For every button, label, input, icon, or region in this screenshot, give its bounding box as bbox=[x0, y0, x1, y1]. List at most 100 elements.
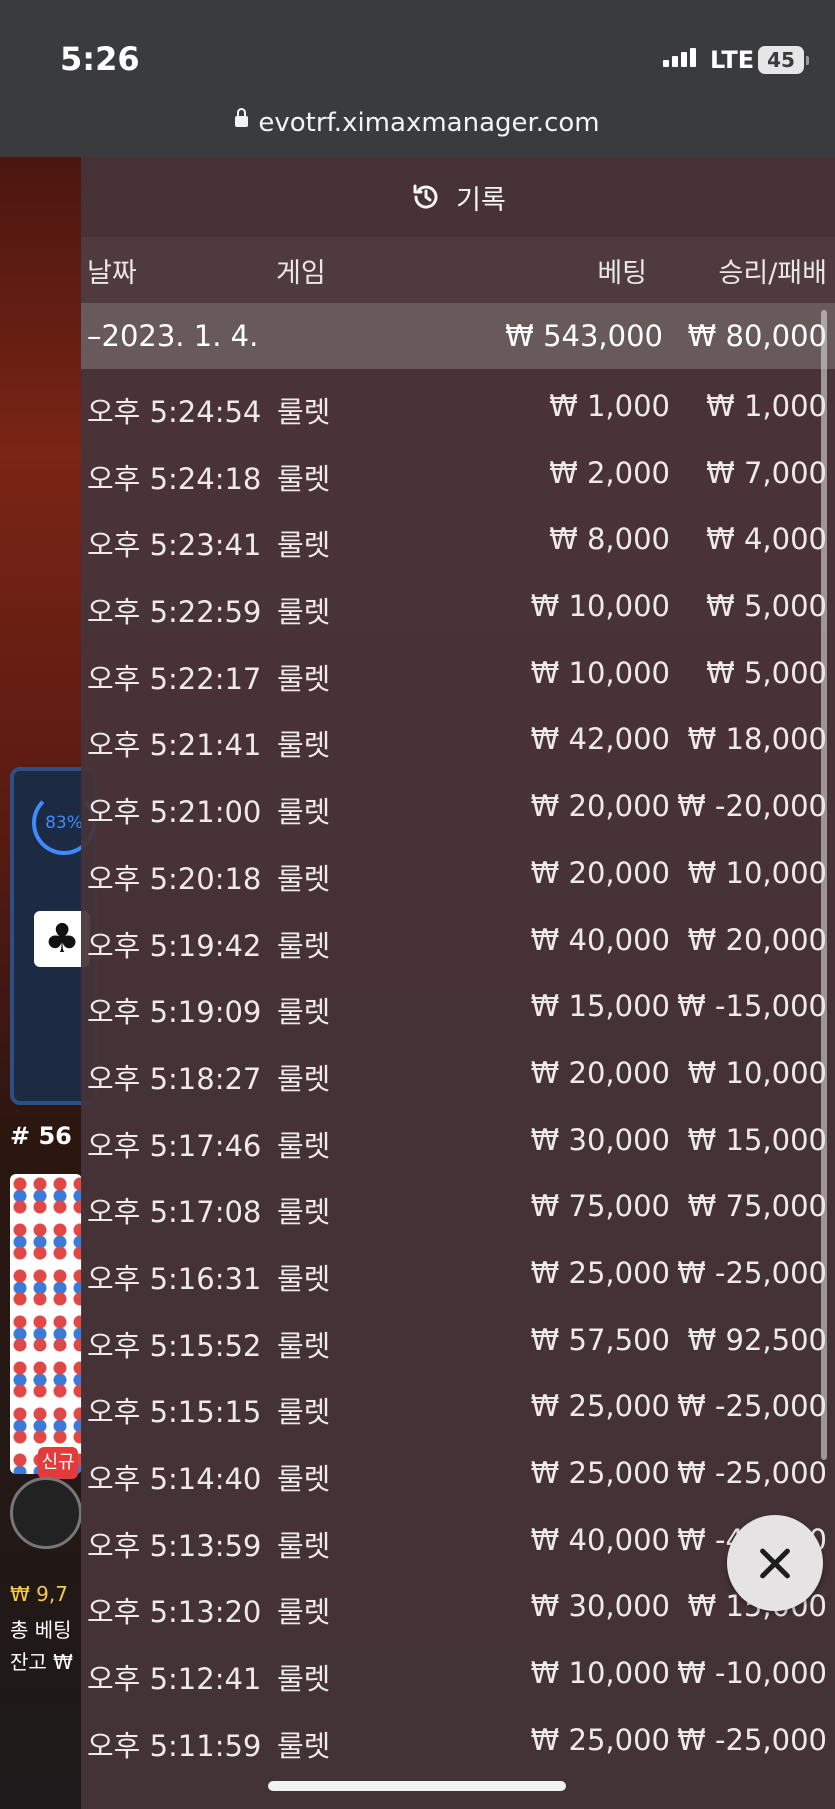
table-row[interactable]: 오후 5:19:42 룰렛 ₩ 40,000 ₩ 20,000 bbox=[81, 903, 835, 970]
status-time: 5:26 bbox=[60, 40, 140, 78]
table-row[interactable]: 오후 5:22:17 룰렛 ₩ 10,000 ₩ 5,000 bbox=[81, 636, 835, 703]
group-date: –2023. 1. 4. bbox=[87, 319, 259, 353]
address-bar[interactable]: evotrf.ximaxmanager.com bbox=[0, 108, 835, 138]
row-bet: ₩ 2,000 bbox=[549, 455, 670, 490]
row-time: 오후 5:11:59 bbox=[87, 1728, 262, 1763]
close-button[interactable] bbox=[727, 1515, 823, 1611]
history-list: 오후 5:24:54 룰렛 ₩ 1,000 ₩ 1,000 오후 5:24:18 룰렛 ₩ … bbox=[81, 369, 835, 1769]
col-result: 승리/패배 bbox=[718, 258, 827, 289]
row-game: 룰렛 bbox=[277, 861, 331, 896]
row-bet: ₩ 25,000 bbox=[530, 1456, 670, 1490]
scrollbar[interactable] bbox=[821, 310, 827, 1460]
row-bet: ₩ 25,000 bbox=[530, 1389, 670, 1424]
table-row[interactable]: 오후 5:15:52 룰렛 ₩ 57,500 ₩ 92,500 bbox=[81, 1303, 835, 1370]
row-result: ₩ 10,000 bbox=[687, 1055, 827, 1090]
table-row[interactable]: 오후 5:24:18 룰렛 ₩ 2,000 ₩ 7,000 bbox=[81, 436, 835, 503]
column-header: 날짜 게임 베팅 승리/패배 bbox=[81, 237, 835, 303]
row-time: 오후 5:16:31 bbox=[87, 1261, 262, 1296]
row-result: ₩ 1,000 bbox=[706, 389, 827, 423]
group-bet-total: ₩ 543,000 bbox=[505, 319, 663, 353]
row-result: ₩ 10,000 bbox=[687, 855, 827, 890]
row-bet: ₩ 75,000 bbox=[530, 1189, 670, 1224]
status-bar: 5:26 LTE 45 evotrf.ximaxmanager.com bbox=[0, 0, 835, 157]
row-time: 오후 5:14:40 bbox=[87, 1462, 262, 1496]
table-row[interactable]: 오후 5:15:15 룰렛 ₩ 25,000 ₩ -25,000 bbox=[81, 1369, 835, 1436]
home-indicator[interactable] bbox=[268, 1781, 566, 1791]
row-game: 룰렛 bbox=[277, 595, 331, 630]
row-time: 오후 5:19:09 bbox=[87, 995, 262, 1030]
date-group-row[interactable]: –2023. 1. 4. ₩ 543,000 ₩ 80,000 bbox=[81, 303, 835, 369]
row-result: ₩ 5,000 bbox=[706, 589, 827, 624]
row-bet: ₩ 20,000 bbox=[530, 789, 670, 824]
row-bet: ₩ 40,000 bbox=[530, 922, 670, 957]
row-bet: ₩ 8,000 bbox=[549, 522, 670, 557]
table-row[interactable]: 오후 5:22:59 룰렛 ₩ 10,000 ₩ 5,000 bbox=[81, 569, 835, 636]
row-bet: ₩ 10,000 bbox=[530, 589, 670, 624]
col-bet: 베팅 bbox=[597, 258, 647, 289]
row-game: 룰렛 bbox=[277, 1395, 331, 1430]
row-result: ₩ -25,000 bbox=[677, 1722, 827, 1757]
row-game: 룰렛 bbox=[277, 1528, 331, 1563]
network-type: LTE bbox=[710, 46, 755, 74]
lock-icon bbox=[235, 108, 249, 127]
table-row[interactable]: 오후 5:18:27 룰렛 ₩ 20,000 ₩ 10,000 bbox=[81, 1036, 835, 1103]
row-time: 오후 5:23:41 bbox=[87, 528, 262, 563]
row-bet: ₩ 15,000 bbox=[530, 989, 670, 1024]
row-game: 룰렛 bbox=[277, 795, 331, 830]
row-game: 룰렛 bbox=[277, 728, 331, 763]
table-row[interactable]: 오후 5:14:40 룰렛 ₩ 25,000 ₩ -25,000 bbox=[81, 1436, 835, 1503]
row-bet: ₩ 1,000 bbox=[549, 389, 670, 423]
row-result: ₩ 4,000 bbox=[706, 522, 827, 557]
row-time: 오후 5:17:08 bbox=[87, 1195, 262, 1230]
balance-line: ₩ 9,7 bbox=[10, 1582, 68, 1606]
row-result: ₩ 92,500 bbox=[687, 1322, 827, 1357]
table-row[interactable]: 오후 5:21:00 룰렛 ₩ 20,000 ₩ -20,000 bbox=[81, 769, 835, 836]
row-time: 오후 5:15:52 bbox=[87, 1328, 262, 1363]
row-bet: ₩ 10,000 bbox=[530, 1656, 670, 1691]
table-row[interactable]: 오후 5:12:41 룰렛 ₩ 10,000 ₩ -10,000 bbox=[81, 1636, 835, 1703]
row-result: ₩ -25,000 bbox=[677, 1389, 827, 1424]
table-row[interactable]: 오후 5:23:41 룰렛 ₩ 8,000 ₩ 4,000 bbox=[81, 502, 835, 569]
history-icon bbox=[413, 184, 438, 209]
row-time: 오후 5:20:18 bbox=[87, 861, 262, 896]
table-row[interactable]: 오후 5:13:59룰렛₩ 40,000₩ -40,000 bbox=[81, 1503, 835, 1570]
history-panel: 기록 날짜 게임 베팅 승리/패배 –2023. 1. 4. ₩ 543,000… bbox=[81, 157, 835, 1809]
row-bet: ₩ 10,000 bbox=[530, 655, 670, 690]
chip-button[interactable] bbox=[10, 1477, 82, 1549]
panel-title: 기록 bbox=[456, 184, 506, 216]
table-row[interactable]: 오후 5:11:59 룰렛 ₩ 25,000 ₩ -25,000 bbox=[81, 1703, 835, 1770]
row-game: 룰렛 bbox=[277, 528, 331, 563]
row-game: 룰렛 bbox=[277, 1728, 331, 1763]
row-game: 룰렛 bbox=[277, 661, 331, 696]
table-row[interactable]: 오후 5:17:46 룰렛 ₩ 30,000 ₩ 15,000 bbox=[81, 1103, 835, 1170]
row-game: 룰렛 bbox=[277, 1061, 331, 1096]
row-time: 오후 5:13:59 bbox=[87, 1528, 262, 1563]
row-result: ₩ 20,000 bbox=[687, 922, 827, 957]
row-game: 룰렛 bbox=[277, 1462, 331, 1496]
row-bet: ₩ 40,000 bbox=[530, 1522, 670, 1557]
row-result: ₩ 5,000 bbox=[706, 655, 827, 690]
row-time: 오후 5:17:46 bbox=[87, 1128, 262, 1163]
table-row[interactable]: 오후 5:16:31 룰렛 ₩ 25,000 ₩ -25,000 bbox=[81, 1236, 835, 1303]
new-badge: 신규 bbox=[38, 1447, 78, 1479]
col-date: 날짜 bbox=[87, 258, 137, 289]
table-row[interactable]: 오후 5:19:09 룰렛 ₩ 15,000 ₩ -15,000 bbox=[81, 969, 835, 1036]
row-bet: ₩ 30,000 bbox=[530, 1122, 670, 1157]
row-time: 오후 5:13:20 bbox=[87, 1595, 262, 1630]
row-bet: ₩ 25,000 bbox=[530, 1722, 670, 1757]
row-result: ₩ -20,000 bbox=[677, 789, 827, 824]
row-time: 오후 5:22:59 bbox=[87, 595, 262, 630]
table-row[interactable]: 오후 5:21:41 룰렛 ₩ 42,000 ₩ 18,000 bbox=[81, 702, 835, 769]
table-row[interactable]: 오후 5:20:18 룰렛 ₩ 20,000 ₩ 10,000 bbox=[81, 836, 835, 903]
table-row[interactable]: 오후 5:24:54 룰렛 ₩ 1,000 ₩ 1,000 bbox=[81, 369, 835, 436]
table-row[interactable]: 오후 5:13:20룰렛₩ 30,000₩ 15,000 bbox=[81, 1569, 835, 1636]
group-result-total: ₩ 80,000 bbox=[687, 319, 827, 353]
url-text: evotrf.ximaxmanager.com bbox=[258, 108, 600, 138]
panel-header: 기록 bbox=[81, 157, 835, 237]
row-bet: ₩ 30,000 bbox=[530, 1589, 670, 1624]
table-row[interactable]: 오후 5:17:08 룰렛 ₩ 75,000 ₩ 75,000 bbox=[81, 1169, 835, 1236]
row-game: 룰렛 bbox=[277, 461, 331, 496]
row-time: 오후 5:24:54 bbox=[87, 395, 262, 429]
row-time: 오후 5:21:00 bbox=[87, 795, 262, 830]
row-game: 룰렛 bbox=[277, 995, 331, 1030]
